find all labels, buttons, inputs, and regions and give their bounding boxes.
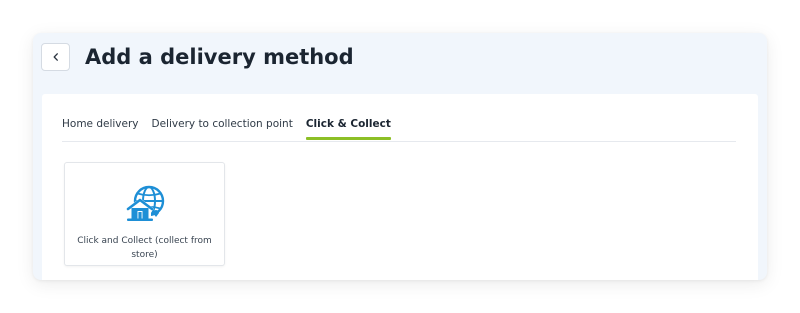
delivery-tabs: Home delivery Delivery to collection poi… xyxy=(62,111,736,142)
back-button[interactable] xyxy=(41,43,70,71)
chevron-left-icon xyxy=(53,53,58,61)
page-header: Add a delivery method xyxy=(33,33,767,93)
content-panel: Home delivery Delivery to collection poi… xyxy=(42,94,758,280)
page-title: Add a delivery method xyxy=(85,45,354,69)
tab-home-delivery[interactable]: Home delivery xyxy=(62,111,139,139)
dialog-window: Add a delivery method Home delivery Deli… xyxy=(33,33,767,280)
tab-collection-point[interactable]: Delivery to collection point xyxy=(152,111,293,139)
method-card-click-and-collect[interactable]: Click and Collect (collect from store) xyxy=(64,162,225,266)
tab-click-and-collect[interactable]: Click & Collect xyxy=(305,111,391,140)
globe-store-icon xyxy=(126,185,165,221)
method-card-label: Click and Collect (collect from store) xyxy=(77,236,212,260)
